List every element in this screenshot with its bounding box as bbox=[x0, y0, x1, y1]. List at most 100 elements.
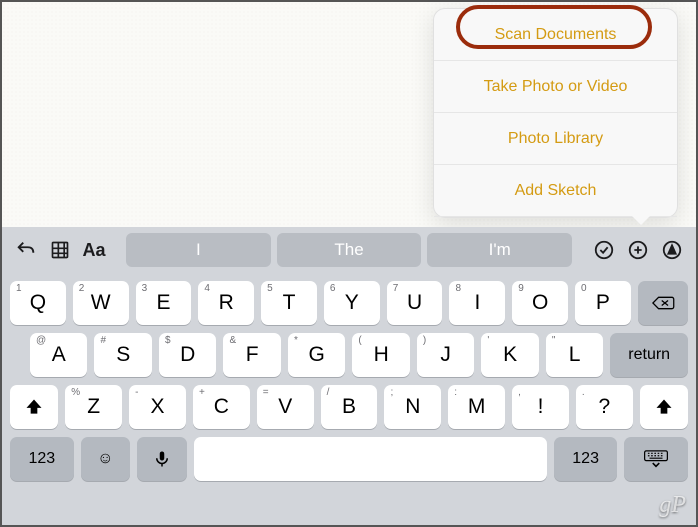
backspace-icon bbox=[651, 294, 675, 312]
key-row-2: @A #S $D &F *G (H )J 'K "L return bbox=[2, 333, 696, 377]
key-q[interactable]: 1Q bbox=[10, 281, 66, 325]
attachment-popup: Scan Documents Take Photo or Video Photo… bbox=[433, 8, 678, 218]
key-sublabel: / bbox=[327, 387, 330, 398]
key-w[interactable]: 2W bbox=[73, 281, 129, 325]
key-i[interactable]: 8I bbox=[449, 281, 505, 325]
key-sublabel: @ bbox=[36, 335, 46, 346]
key-v[interactable]: =V bbox=[257, 385, 314, 429]
shift-icon bbox=[24, 397, 44, 417]
key-emoji[interactable]: ☺ bbox=[81, 437, 130, 481]
key-sublabel: $ bbox=[165, 335, 171, 346]
key-l[interactable]: "L bbox=[546, 333, 603, 377]
key-f[interactable]: &F bbox=[223, 333, 280, 377]
key-sublabel: 1 bbox=[16, 283, 22, 294]
key-h[interactable]: (H bbox=[352, 333, 409, 377]
popup-item-add-sketch[interactable]: Add Sketch bbox=[434, 165, 677, 217]
key-backspace[interactable] bbox=[638, 281, 688, 325]
key-label: S bbox=[116, 343, 130, 367]
popup-item-label: Take Photo or Video bbox=[484, 78, 628, 96]
key-j[interactable]: )J bbox=[417, 333, 474, 377]
key-label: K bbox=[503, 343, 517, 367]
undo-icon[interactable] bbox=[12, 236, 40, 264]
popup-item-scan-documents[interactable]: Scan Documents bbox=[434, 9, 677, 61]
key-a[interactable]: @A bbox=[30, 333, 87, 377]
suggestion-1[interactable]: I bbox=[126, 233, 271, 267]
key-label: P bbox=[596, 291, 610, 315]
key-numbers-right[interactable]: 123 bbox=[554, 437, 618, 481]
key-label: L bbox=[569, 343, 581, 367]
key-sublabel: % bbox=[71, 387, 80, 398]
key-label: 123 bbox=[28, 450, 55, 468]
popup-item-photo-library[interactable]: Photo Library bbox=[434, 113, 677, 165]
key-label: C bbox=[214, 395, 229, 419]
key-label: O bbox=[532, 291, 548, 315]
key-k[interactable]: 'K bbox=[481, 333, 538, 377]
key-sublabel: 9 bbox=[518, 283, 524, 294]
key-label: 123 bbox=[572, 450, 599, 468]
add-attachment-icon[interactable] bbox=[624, 236, 652, 264]
key-label: X bbox=[151, 395, 165, 419]
key-n[interactable]: ;N bbox=[384, 385, 441, 429]
key-question[interactable]: .? bbox=[576, 385, 633, 429]
key-numbers-left[interactable]: 123 bbox=[10, 437, 74, 481]
microphone-icon bbox=[153, 449, 171, 469]
key-dismiss-keyboard[interactable] bbox=[624, 437, 688, 481]
checklist-icon[interactable] bbox=[590, 236, 618, 264]
key-label: J bbox=[440, 343, 451, 367]
key-d[interactable]: $D bbox=[159, 333, 216, 377]
key-p[interactable]: 0P bbox=[575, 281, 631, 325]
key-sublabel: " bbox=[552, 335, 556, 346]
suggestion-bar: Aa I The I'm bbox=[2, 227, 696, 273]
key-row-1: 1Q 2W 3E 4R 5T 6Y 7U 8I 9O 0P bbox=[2, 281, 696, 325]
suggestion-label: I'm bbox=[489, 240, 511, 260]
key-sublabel: = bbox=[263, 387, 269, 398]
key-sublabel: 8 bbox=[455, 283, 461, 294]
key-label: Q bbox=[30, 291, 46, 315]
markup-icon[interactable] bbox=[658, 236, 686, 264]
key-sublabel: , bbox=[518, 387, 521, 398]
key-dictation[interactable] bbox=[137, 437, 186, 481]
key-y[interactable]: 6Y bbox=[324, 281, 380, 325]
key-sublabel: ; bbox=[390, 387, 393, 398]
key-t[interactable]: 5T bbox=[261, 281, 317, 325]
key-m[interactable]: :M bbox=[448, 385, 505, 429]
key-label: Z bbox=[87, 395, 100, 419]
key-shift-right[interactable] bbox=[640, 385, 688, 429]
key-sublabel: 5 bbox=[267, 283, 273, 294]
emoji-icon: ☺ bbox=[97, 450, 113, 468]
key-e[interactable]: 3E bbox=[136, 281, 192, 325]
suggestion-3[interactable]: I'm bbox=[427, 233, 572, 267]
key-r[interactable]: 4R bbox=[198, 281, 254, 325]
key-o[interactable]: 9O bbox=[512, 281, 568, 325]
key-sublabel: # bbox=[100, 335, 106, 346]
key-s[interactable]: #S bbox=[94, 333, 151, 377]
text-format-icon[interactable]: Aa bbox=[80, 236, 108, 264]
watermark: gP bbox=[659, 492, 686, 519]
popup-item-take-photo-video[interactable]: Take Photo or Video bbox=[434, 61, 677, 113]
key-exclaim[interactable]: ,! bbox=[512, 385, 569, 429]
key-return[interactable]: return bbox=[610, 333, 688, 377]
key-z[interactable]: %Z bbox=[65, 385, 122, 429]
key-label: W bbox=[91, 291, 111, 315]
key-sublabel: & bbox=[229, 335, 236, 346]
suggestion-label: The bbox=[334, 240, 363, 260]
key-sublabel: 7 bbox=[393, 283, 399, 294]
key-sublabel: + bbox=[199, 387, 205, 398]
suggestion-2[interactable]: The bbox=[277, 233, 422, 267]
key-label: V bbox=[278, 395, 292, 419]
key-b[interactable]: /B bbox=[321, 385, 378, 429]
onscreen-keyboard: Aa I The I'm 1Q 2W 3E 4R 5T 6Y 7U 8I 9O … bbox=[2, 227, 696, 525]
key-c[interactable]: +C bbox=[193, 385, 250, 429]
key-label: return bbox=[628, 346, 670, 364]
key-label: G bbox=[309, 343, 325, 367]
key-label: H bbox=[374, 343, 389, 367]
table-icon[interactable] bbox=[46, 236, 74, 264]
key-u[interactable]: 7U bbox=[387, 281, 443, 325]
key-shift-left[interactable] bbox=[10, 385, 58, 429]
key-label: M bbox=[468, 395, 486, 419]
key-g[interactable]: *G bbox=[288, 333, 345, 377]
key-x[interactable]: -X bbox=[129, 385, 186, 429]
key-label: B bbox=[342, 395, 356, 419]
key-space[interactable] bbox=[194, 437, 547, 481]
key-label: E bbox=[156, 291, 170, 315]
